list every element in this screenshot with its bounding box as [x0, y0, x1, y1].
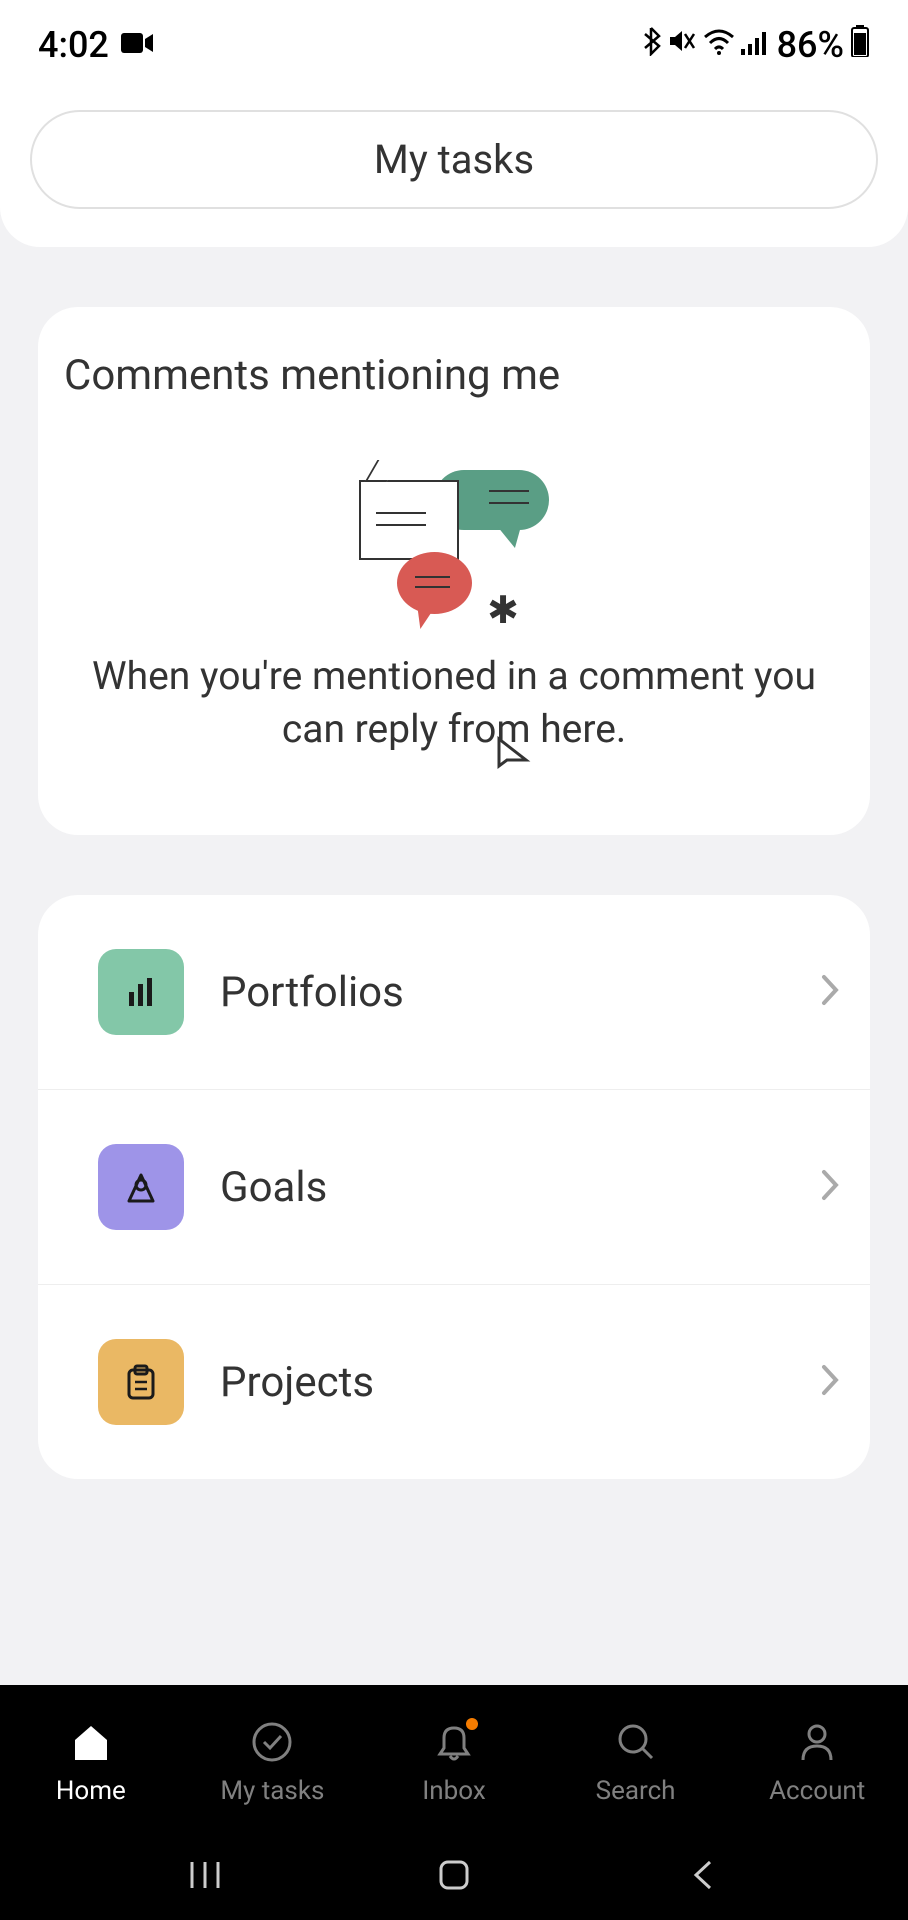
content-area: My tasks Comments mentioning me ✱ When y…: [0, 90, 908, 1685]
notification-dot-icon: [466, 1718, 478, 1730]
asterisk-icon: ✱: [487, 588, 519, 633]
tab-inbox[interactable]: Inbox: [363, 1720, 545, 1806]
person-icon: [795, 1720, 839, 1764]
tab-my-tasks-label: My tasks: [220, 1776, 324, 1806]
nav-item-projects[interactable]: Projects: [38, 1285, 870, 1479]
check-circle-icon: [250, 1720, 294, 1764]
status-battery-percent: 86%: [777, 24, 844, 66]
chevron-right-icon: [820, 973, 840, 1011]
tab-account[interactable]: Account: [726, 1720, 908, 1806]
nav-item-goals[interactable]: Goals: [38, 1090, 870, 1285]
cursor-icon: [496, 736, 532, 780]
comments-mentioning-card: Comments mentioning me ✱ When you're men…: [38, 307, 870, 835]
tab-search[interactable]: Search: [545, 1720, 727, 1806]
status-left: 4:02: [38, 24, 155, 66]
status-right: 86%: [641, 24, 870, 66]
tab-account-label: Account: [769, 1776, 865, 1806]
comments-illustration: ✱: [58, 400, 850, 650]
chevron-right-icon: [820, 1363, 840, 1401]
speech-bubble-red-icon: [397, 552, 472, 614]
comments-title: Comments mentioning me: [58, 351, 850, 400]
nav-item-goals-label: Goals: [220, 1163, 784, 1212]
chevron-right-icon: [820, 1168, 840, 1206]
bluetooth-icon: [641, 26, 661, 64]
back-button[interactable]: [678, 1850, 728, 1900]
recents-button[interactable]: [180, 1850, 230, 1900]
tab-home[interactable]: Home: [0, 1720, 182, 1806]
tab-home-label: Home: [56, 1776, 126, 1806]
projects-icon: [98, 1339, 184, 1425]
speech-bubble-white-icon: [359, 480, 459, 560]
home-icon: [69, 1720, 113, 1764]
portfolios-icon: [98, 949, 184, 1035]
signal-icon: [741, 28, 771, 63]
nav-item-portfolios[interactable]: Portfolios: [38, 895, 870, 1090]
wifi-icon: [703, 28, 735, 63]
tab-my-tasks[interactable]: My tasks: [182, 1720, 364, 1806]
my-tasks-button[interactable]: My tasks: [30, 110, 878, 209]
bottom-bar: Home My tasks Inbox Search Account: [0, 1685, 908, 1920]
home-button[interactable]: [429, 1850, 479, 1900]
tab-search-label: Search: [596, 1776, 676, 1806]
nav-item-portfolios-label: Portfolios: [220, 968, 784, 1017]
mute-icon: [667, 26, 697, 64]
system-nav-bar: [0, 1830, 908, 1920]
my-tasks-card: My tasks: [0, 90, 908, 247]
status-time: 4:02: [38, 24, 109, 66]
status-bar: 4:02 86%: [0, 0, 908, 90]
battery-icon: [850, 25, 870, 65]
search-icon: [614, 1720, 658, 1764]
nav-list-card: Portfolios Goals Projects: [38, 895, 870, 1479]
camera-icon: [121, 31, 155, 59]
goals-icon: [98, 1144, 184, 1230]
bell-icon: [432, 1720, 476, 1764]
tab-inbox-label: Inbox: [422, 1776, 486, 1806]
comments-description: When you're mentioned in a comment you c…: [58, 650, 850, 755]
nav-item-projects-label: Projects: [220, 1358, 784, 1407]
tab-bar: Home My tasks Inbox Search Account: [0, 1685, 908, 1830]
